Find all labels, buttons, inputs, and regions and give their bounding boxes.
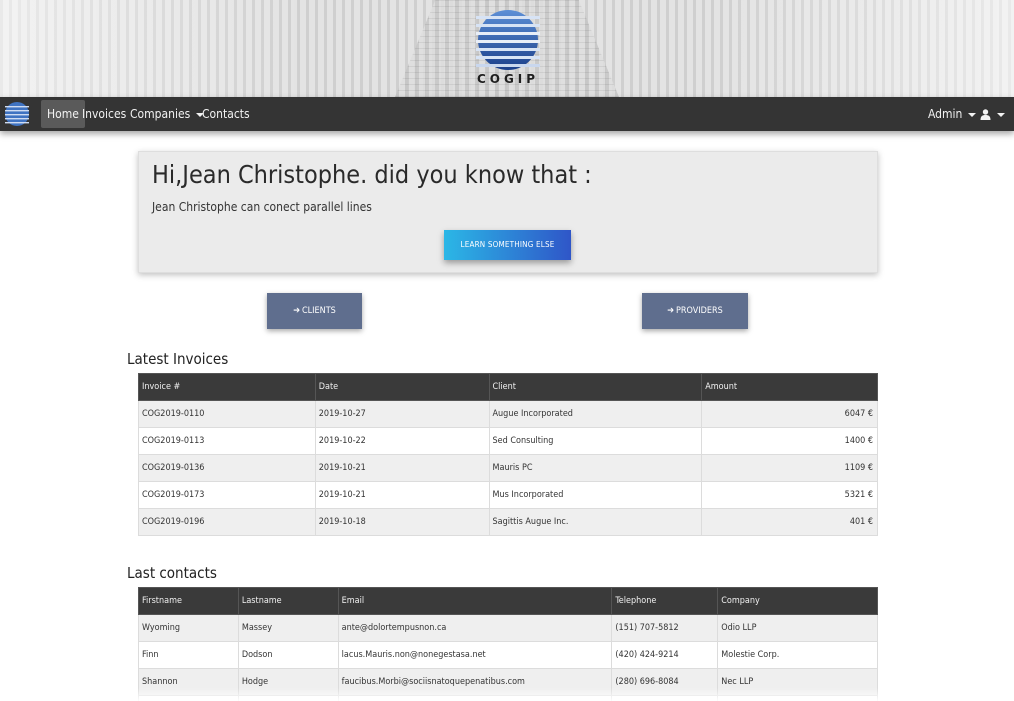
- header-banner: COGIP: [0, 0, 1014, 97]
- contact-email[interactable]: lacus.Mauris.non@nonegestasa.net: [337, 641, 613, 669]
- contact-firstname[interactable]: Wyoming: [138, 614, 239, 642]
- column-header[interactable]: Telephone: [611, 587, 719, 615]
- table-header-row: Firstname Lastname Email Telephone Compa…: [138, 587, 878, 615]
- contact-email[interactable]: ante@dolortempusnon.ca: [337, 614, 613, 642]
- invoice-date: 2019-10-27: [314, 400, 490, 428]
- nav-invoices-label: Invoices: [82, 107, 127, 121]
- invoice-amount: 5321 €: [701, 481, 878, 509]
- invoice-number[interactable]: COG2019-0113: [138, 427, 316, 455]
- scroll-fade: [0, 688, 1014, 701]
- user-icon: [980, 109, 991, 120]
- invoice-client[interactable]: Mauris PC: [488, 454, 703, 482]
- invoice-amount: 6047 €: [701, 400, 878, 428]
- arrow-right-icon: ➔: [293, 306, 300, 316]
- contacts-table: Firstname Lastname Email Telephone Compa…: [138, 587, 878, 701]
- nav-companies-label: Companies: [130, 107, 191, 121]
- globe-logo-icon: [476, 10, 540, 70]
- nav-contacts[interactable]: Contacts: [196, 100, 256, 128]
- table-row[interactable]: COG2019-0110 2019-10-27 Augue Incorporat…: [138, 400, 878, 428]
- welcome-jumbotron: Hi,Jean Christophe. did you know that : …: [138, 151, 878, 273]
- brand-name: COGIP: [476, 72, 540, 86]
- contact-company[interactable]: Odio LLP: [717, 614, 878, 642]
- invoice-number[interactable]: COG2019-0136: [138, 454, 316, 482]
- table-row[interactable]: COG2019-0173 2019-10-21 Mus Incorporated…: [138, 481, 878, 509]
- contact-company[interactable]: Molestie Corp.: [717, 641, 878, 669]
- learn-something-else-button[interactable]: LEARN SOMETHING ELSE: [444, 230, 571, 260]
- table-row[interactable]: COG2019-0136 2019-10-21 Mauris PC 1109 €: [138, 454, 878, 482]
- nav-contacts-label: Contacts: [202, 107, 250, 121]
- contact-lastname[interactable]: Massey: [237, 614, 339, 642]
- welcome-title: Hi,Jean Christophe. did you know that :: [152, 160, 592, 189]
- clients-button[interactable]: ➔ CLIENTS: [267, 293, 362, 329]
- invoice-date: 2019-10-22: [314, 427, 490, 455]
- table-row[interactable]: COG2019-0196 2019-10-18 Sagittis Augue I…: [138, 508, 878, 536]
- column-header[interactable]: Firstname: [138, 587, 239, 615]
- providers-button-label: PROVIDERS: [676, 306, 723, 316]
- column-header[interactable]: Email: [337, 587, 613, 615]
- top-navbar: Home Invoices Companies Contacts Admin: [0, 97, 1014, 131]
- latest-invoices-title: Latest Invoices: [127, 350, 229, 368]
- providers-button[interactable]: ➔ PROVIDERS: [642, 293, 748, 329]
- nav-home-label: Home: [47, 107, 79, 121]
- table-row[interactable]: Finn Dodson lacus.Mauris.non@nonegestasa…: [138, 641, 878, 669]
- fun-fact-text: Jean Christophe can conect parallel line…: [152, 200, 372, 214]
- invoice-number[interactable]: COG2019-0110: [138, 400, 316, 428]
- invoice-amount: 1109 €: [701, 454, 878, 482]
- table-row[interactable]: COG2019-0113 2019-10-22 Sed Consulting 1…: [138, 427, 878, 455]
- chevron-down-icon: [997, 112, 1005, 117]
- nav-user-dropdown[interactable]: [974, 100, 1011, 128]
- column-header[interactable]: Amount: [701, 373, 878, 401]
- nav-globe-logo-icon[interactable]: [4, 101, 30, 127]
- brand-logo[interactable]: COGIP: [468, 8, 548, 88]
- clients-button-label: CLIENTS: [301, 306, 336, 316]
- contact-telephone: (420) 424-9214: [611, 641, 719, 669]
- column-header[interactable]: Date: [314, 373, 490, 401]
- invoice-amount: 1400 €: [701, 427, 878, 455]
- column-header[interactable]: Lastname: [237, 587, 339, 615]
- invoice-client[interactable]: Mus Incorporated: [488, 481, 703, 509]
- arrow-right-icon: ➔: [667, 306, 675, 316]
- table-row[interactable]: Wyoming Massey ante@dolortempusnon.ca (1…: [138, 614, 878, 642]
- invoice-date: 2019-10-18: [314, 508, 490, 536]
- invoice-date: 2019-10-21: [314, 454, 490, 482]
- last-contacts-title: Last contacts: [127, 564, 217, 582]
- invoice-client[interactable]: Sed Consulting: [488, 427, 703, 455]
- invoice-number[interactable]: COG2019-0173: [138, 481, 316, 509]
- column-header[interactable]: Invoice #: [138, 373, 316, 401]
- contact-lastname[interactable]: Dodson: [237, 641, 339, 669]
- invoice-client[interactable]: Augue Incorporated: [488, 400, 703, 428]
- invoice-amount: 401 €: [701, 508, 878, 536]
- invoice-date: 2019-10-21: [314, 481, 490, 509]
- invoice-number[interactable]: COG2019-0196: [138, 508, 316, 536]
- column-header[interactable]: Company: [717, 587, 878, 615]
- column-header[interactable]: Client: [488, 373, 703, 401]
- invoice-client[interactable]: Sagittis Augue Inc.: [488, 508, 703, 536]
- contact-telephone: (151) 707-5812: [611, 614, 719, 642]
- invoices-table: Invoice # Date Client Amount COG2019-011…: [138, 373, 878, 536]
- table-header-row: Invoice # Date Client Amount: [138, 373, 878, 401]
- contact-firstname[interactable]: Finn: [138, 641, 239, 669]
- nav-admin-label: Admin: [928, 107, 963, 121]
